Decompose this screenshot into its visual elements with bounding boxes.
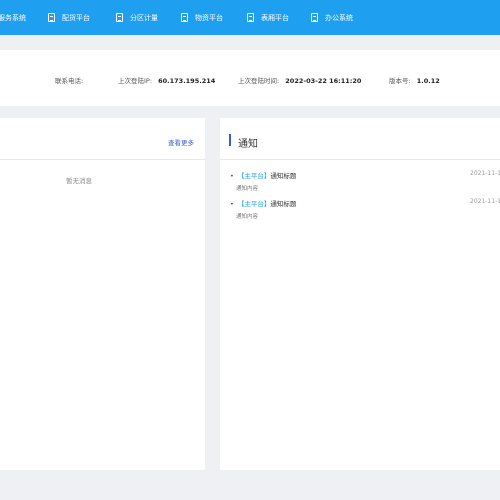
contact-label: 联系电话: (55, 77, 84, 85)
nav-item-service-system[interactable]: 服务系统 (0, 0, 26, 35)
notice-title[interactable]: 通知标题 (270, 172, 296, 180)
version-label: 版本号: (389, 77, 411, 85)
notice-panel: 通知 • 【主平台】通知标题 通知内容 2021-11-1 • 【主平台】通知标题 … (220, 118, 500, 470)
nav-item-label: 表厢平台 (261, 13, 289, 22)
last-ip-label: 上次登陆IP: (118, 77, 153, 85)
notice-panel-title: 通知 (238, 139, 258, 150)
nav-item-zone-metering[interactable]: 分区计量 (116, 0, 158, 35)
title-accent-bar (229, 134, 231, 146)
login-info-strip: 联系电话: 上次登陆IP: 60.173.195.214 上次登陆时间: 202… (0, 50, 500, 106)
bullet-icon: • (230, 200, 234, 208)
notice-title[interactable]: 通知标题 (270, 200, 296, 208)
bullet-icon: • (230, 172, 234, 180)
bottom-strip (0, 470, 500, 500)
nav-item-label: 配货平台 (62, 13, 90, 22)
document-icon (181, 13, 188, 22)
last-login-time: 上次登陆时间: 2022-03-22 16:11:20 (238, 75, 361, 85)
top-nav-bar: 服务系统 配货平台 分区计量 物资平台 表厢平台 办公系统 (0, 0, 500, 35)
contact-info: 联系电话: (55, 75, 87, 85)
nav-item-materials-platform[interactable]: 物资平台 (181, 0, 223, 35)
nav-item-distribution-platform[interactable]: 配货平台 (48, 0, 90, 35)
notice-content: 通知内容 (236, 214, 259, 220)
notice-tag: 【主平台】 (237, 172, 271, 180)
nav-item-label: 服务系统 (0, 13, 26, 22)
notice-item[interactable]: • 【主平台】通知标题 通知内容 (230, 170, 296, 192)
last-ip-value: 60.173.195.214 (158, 77, 216, 85)
last-login-ip: 上次登陆IP: 60.173.195.214 (118, 75, 215, 85)
last-time-label: 上次登陆时间: (238, 77, 280, 85)
document-icon (311, 13, 318, 22)
notice-tag: 【主平台】 (237, 200, 271, 208)
last-time-value: 2022-03-22 16:11:20 (285, 77, 362, 85)
version-info: 版本号: 1.0.12 (389, 75, 440, 85)
notice-date: 2021-11-1 (470, 170, 500, 177)
document-icon (116, 13, 123, 22)
nav-item-meter-platform[interactable]: 表厢平台 (247, 0, 289, 35)
messages-panel: 查看更多 暂无消息 (0, 118, 205, 470)
nav-item-label: 物资平台 (195, 13, 223, 22)
version-value: 1.0.12 (416, 77, 440, 85)
nav-item-office-system[interactable]: 办公系统 (311, 0, 353, 35)
notice-date: 2021-11-1 (470, 198, 500, 205)
document-icon (247, 13, 254, 22)
view-more-link[interactable]: 查看更多 (168, 137, 194, 147)
notice-item[interactable]: • 【主平台】通知标题 通知内容 (230, 198, 296, 220)
nav-item-label: 分区计量 (130, 13, 158, 22)
nav-item-label: 办公系统 (325, 13, 353, 22)
empty-message-text: 暂无消息 (66, 177, 92, 185)
notice-panel-header: 通知 (220, 118, 500, 160)
messages-panel-header: 查看更多 (0, 118, 205, 160)
document-icon (48, 13, 55, 22)
notice-content: 通知内容 (236, 186, 259, 192)
